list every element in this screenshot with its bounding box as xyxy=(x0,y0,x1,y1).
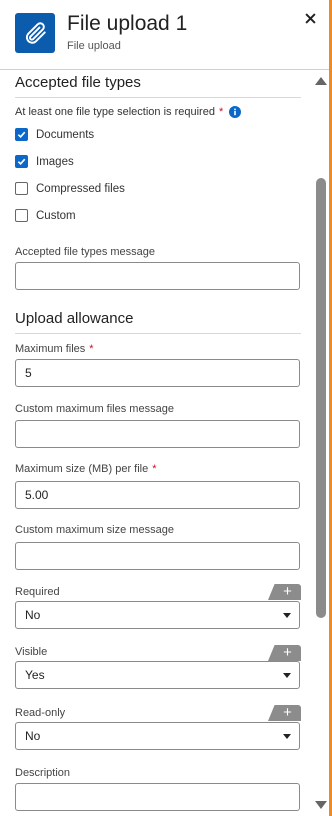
panel-header: File upload 1 File upload xyxy=(0,0,329,70)
checkbox-custom[interactable]: Custom xyxy=(15,209,76,222)
required-note: At least one file type selection is requ… xyxy=(15,106,242,118)
custom-max-size-label: Custom maximum size message xyxy=(15,524,174,536)
add-readonly-rule-button[interactable]: + xyxy=(268,705,301,721)
close-button[interactable] xyxy=(300,8,320,28)
max-files-input[interactable] xyxy=(15,359,300,387)
check-icon[interactable] xyxy=(15,128,28,141)
chevron-down-icon xyxy=(283,673,291,678)
max-size-label: Maximum size (MB) per file * xyxy=(15,463,157,475)
chevron-down-icon xyxy=(283,734,291,739)
section-divider xyxy=(15,333,301,334)
checkbox-box[interactable] xyxy=(15,182,28,195)
plus-icon: + xyxy=(283,644,292,661)
checkbox-documents[interactable]: Documents xyxy=(15,128,94,141)
panel-content: Accepted file types At least one file ty… xyxy=(0,70,312,816)
section-title-allowance: Upload allowance xyxy=(15,310,134,327)
readonly-select[interactable]: No xyxy=(15,722,300,750)
info-icon[interactable] xyxy=(229,106,242,118)
required-label: Required xyxy=(15,586,60,598)
custom-max-size-input[interactable] xyxy=(15,542,300,570)
scroll-up-arrow-icon[interactable] xyxy=(315,77,327,85)
accepted-message-label: Accepted file types message xyxy=(15,246,156,258)
custom-max-files-input[interactable] xyxy=(15,420,300,448)
max-files-label: Maximum files * xyxy=(15,343,94,355)
required-star: * xyxy=(218,106,224,118)
max-size-input[interactable] xyxy=(15,481,300,509)
scrollbar-thumb[interactable] xyxy=(316,178,326,618)
readonly-label: Read-only xyxy=(15,707,66,719)
section-title-accepted: Accepted file types xyxy=(15,74,141,91)
panel-subtitle: File upload xyxy=(67,40,121,52)
checkbox-compressed-files[interactable]: Compressed files xyxy=(15,182,125,195)
checkbox-label: Documents xyxy=(36,128,95,141)
max-files-label-text: Maximum files xyxy=(15,343,86,355)
section-divider xyxy=(15,97,301,98)
description-label: Description xyxy=(15,767,71,779)
paperclip-icon xyxy=(15,13,55,53)
accepted-message-input[interactable] xyxy=(15,262,300,290)
plus-icon: + xyxy=(283,704,292,721)
checkbox-label: Custom xyxy=(36,209,76,222)
required-select-value: No xyxy=(25,608,41,622)
checkbox-label: Images xyxy=(36,155,74,168)
required-select[interactable]: No xyxy=(15,601,300,629)
chevron-down-icon xyxy=(283,613,291,618)
scroll-down-arrow-icon[interactable] xyxy=(315,801,327,809)
properties-panel: File upload 1 File upload Accepted file … xyxy=(0,0,332,816)
description-input[interactable] xyxy=(15,783,300,811)
panel-title: File upload 1 xyxy=(67,12,188,35)
required-note-text: At least one file type selection is requ… xyxy=(15,106,215,118)
required-star: * xyxy=(152,463,157,475)
visible-label: Visible xyxy=(15,646,48,658)
checkbox-images[interactable]: Images xyxy=(15,155,74,168)
add-required-rule-button[interactable]: + xyxy=(268,584,301,600)
checkbox-label: Compressed files xyxy=(36,182,125,195)
max-size-label-text: Maximum size (MB) per file xyxy=(15,463,149,475)
visible-select-value: Yes xyxy=(25,668,45,682)
add-visible-rule-button[interactable]: + xyxy=(268,645,301,661)
close-icon xyxy=(304,12,316,24)
check-icon[interactable] xyxy=(15,155,28,168)
plus-icon: + xyxy=(283,583,292,600)
visible-select[interactable]: Yes xyxy=(15,661,300,689)
required-star: * xyxy=(89,343,94,355)
readonly-select-value: No xyxy=(25,729,41,743)
custom-max-files-label: Custom maximum files message xyxy=(15,403,174,415)
checkbox-box[interactable] xyxy=(15,209,28,222)
